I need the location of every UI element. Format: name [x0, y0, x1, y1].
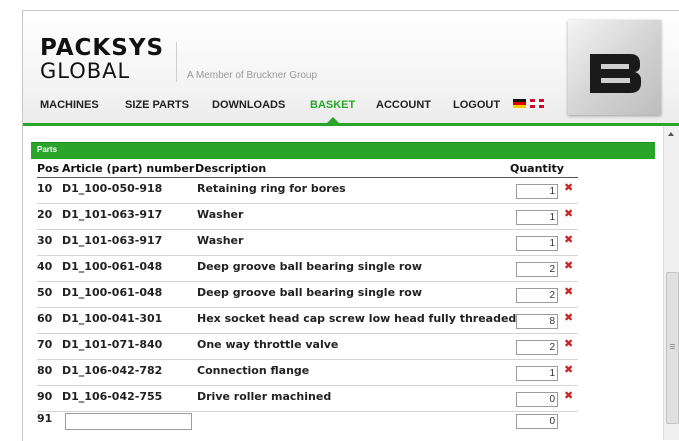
row-description: Hex socket head cap screw low head fully… [197, 312, 517, 325]
column-header-pos: Pos [37, 162, 60, 175]
brand-b-icon [590, 54, 641, 93]
row-description: Deep groove ball bearing single row [197, 286, 423, 299]
column-header-quantity: Quantity [510, 162, 564, 175]
row-divider [37, 385, 578, 386]
row-quantity-input[interactable]: 1 [516, 366, 558, 381]
row-pos: 30 [37, 234, 53, 247]
logo-divider [176, 42, 177, 82]
nav-downloads[interactable]: DOWNLOADS [212, 99, 285, 111]
nav-machines[interactable]: MACHINES [40, 99, 99, 111]
delete-row-icon[interactable]: ✖ [564, 208, 573, 219]
row-quantity-input[interactable]: 2 [516, 340, 558, 355]
row-quantity-input[interactable]: 8 [516, 314, 558, 329]
grip-line [670, 346, 675, 347]
row-article-number: D1_100-041-301 [62, 312, 163, 325]
row-article-number: D1_101-071-840 [62, 338, 163, 351]
row-pos: 20 [37, 208, 53, 221]
row-pos: 90 [37, 390, 53, 403]
flag-de-icon[interactable] [513, 99, 526, 108]
column-header-article: Article (part) number [62, 162, 195, 175]
nav-logout[interactable]: LOGOUT [453, 99, 500, 111]
row-pos: 50 [37, 286, 53, 299]
delete-row-icon[interactable]: ✖ [564, 364, 573, 375]
row-divider [37, 203, 578, 204]
delete-row-icon[interactable]: ✖ [564, 390, 573, 401]
brand-logo-box [568, 20, 661, 115]
row-pos: 60 [37, 312, 53, 325]
delete-row-icon[interactable]: ✖ [564, 234, 573, 245]
vertical-scrollbar[interactable] [663, 126, 679, 440]
nav-account[interactable]: ACCOUNT [376, 99, 431, 111]
logo-packsys[interactable]: PACKSYS [40, 36, 164, 60]
row-article-number: D1_106-042-755 [62, 390, 163, 403]
row-description: Connection flange [197, 364, 310, 377]
row-pos: 80 [37, 364, 53, 377]
row-quantity-input[interactable]: 0 [516, 392, 558, 407]
row-divider [37, 411, 578, 412]
parts-section-bar [31, 142, 655, 159]
row-quantity-input[interactable]: 1 [516, 236, 558, 251]
tagline: A Member of Bruckner Group [187, 70, 318, 81]
row-divider [37, 307, 578, 308]
delete-row-icon[interactable]: ✖ [564, 182, 573, 193]
scroll-up-arrow-icon[interactable] [668, 132, 674, 136]
header-rule [37, 177, 578, 178]
row-quantity-input[interactable]: 1 [516, 184, 558, 199]
grip-line [670, 348, 675, 349]
row-article-number: D1_101-063-917 [62, 208, 163, 221]
scrollbar-thumb[interactable] [666, 272, 679, 424]
delete-row-icon[interactable]: ✖ [564, 260, 573, 271]
delete-row-icon[interactable]: ✖ [564, 312, 573, 323]
row-description: Deep groove ball bearing single row [197, 260, 423, 273]
new-article-input[interactable] [65, 413, 192, 430]
row-divider [37, 281, 578, 282]
row-description: Washer [197, 234, 244, 247]
new-row-pos: 91 [37, 412, 53, 425]
nav-basket[interactable]: BASKET [310, 99, 355, 111]
row-divider [37, 333, 578, 334]
row-description: Retaining ring for bores [197, 182, 346, 195]
row-divider [37, 229, 578, 230]
row-article-number: D1_101-063-917 [62, 234, 163, 247]
logo-global[interactable]: GLOBAL [40, 60, 130, 82]
flag-uk-icon[interactable] [530, 99, 544, 108]
row-article-number: D1_100-061-048 [62, 260, 163, 273]
row-divider [37, 359, 578, 360]
row-pos: 40 [37, 260, 53, 273]
header-green-bar [23, 123, 679, 126]
parts-section-title: Parts [37, 145, 58, 154]
row-pos: 10 [37, 182, 53, 195]
delete-row-icon[interactable]: ✖ [564, 286, 573, 297]
column-header-description: Description [195, 162, 267, 175]
delete-row-icon[interactable]: ✖ [564, 338, 573, 349]
row-divider [37, 255, 578, 256]
row-pos: 70 [37, 338, 53, 351]
row-description: Drive roller machined [197, 390, 332, 403]
row-quantity-input[interactable]: 2 [516, 262, 558, 277]
row-description: Washer [197, 208, 244, 221]
row-article-number: D1_100-061-048 [62, 286, 163, 299]
grip-line [670, 344, 675, 345]
new-row-quantity-input[interactable]: 0 [516, 414, 558, 429]
row-article-number: D1_100-050-918 [62, 182, 163, 195]
row-description: One way throttle valve [197, 338, 339, 351]
nav-size-parts[interactable]: SIZE PARTS [125, 99, 189, 111]
row-quantity-input[interactable]: 2 [516, 288, 558, 303]
row-quantity-input[interactable]: 1 [516, 210, 558, 225]
row-article-number: D1_106-042-782 [62, 364, 163, 377]
